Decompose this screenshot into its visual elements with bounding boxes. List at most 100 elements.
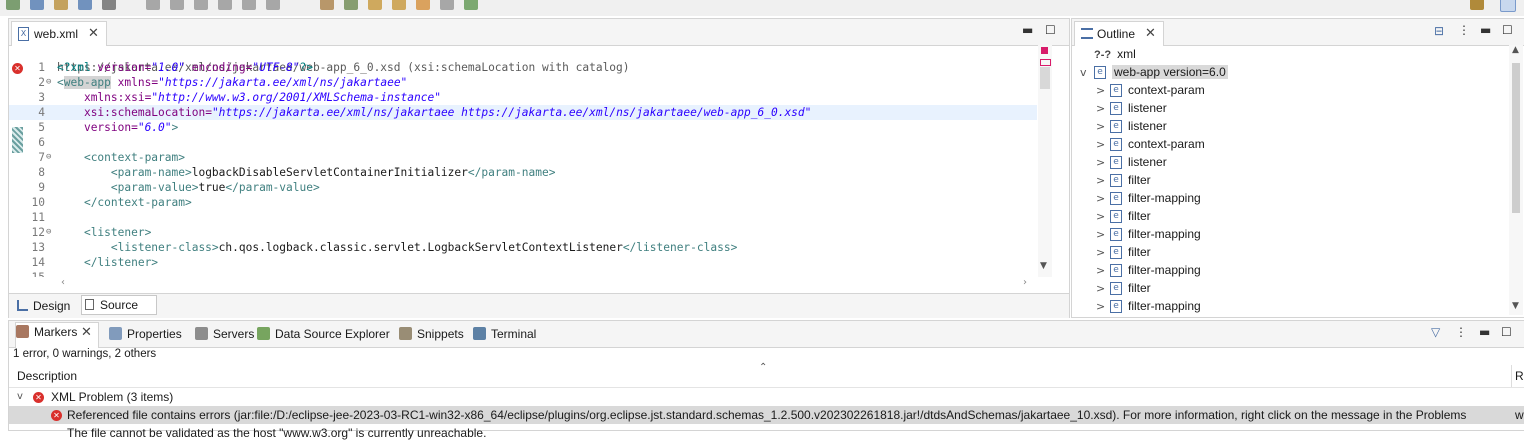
code-line[interactable]: 13 <listener-class>ch.qos.logback.classi…	[9, 240, 1037, 255]
outline-item[interactable]: > e filter	[1096, 171, 1151, 189]
outline-item[interactable]: > e filter-mapping	[1096, 225, 1201, 243]
outline-item[interactable]: > e context-param	[1096, 81, 1205, 99]
code-line[interactable]: 6	[9, 135, 1037, 150]
code-line[interactable]: 15	[9, 270, 1037, 277]
view-menu-icon[interactable]: ⋮	[1455, 325, 1467, 339]
scroll-left-icon[interactable]: ‹	[61, 277, 65, 288]
chevron-right-icon[interactable]: >	[1096, 226, 1110, 244]
tab-terminal[interactable]: Terminal	[473, 325, 536, 343]
tab-servers[interactable]: Servers	[195, 325, 254, 343]
new-window-icon[interactable]	[464, 0, 478, 10]
scroll-down-icon[interactable]: ▼	[1512, 301, 1519, 311]
annotation-up-icon[interactable]	[368, 0, 382, 10]
outline-item[interactable]: > e filter-mapping	[1096, 261, 1201, 279]
code-line[interactable]: 11	[9, 210, 1037, 225]
chevron-right-icon[interactable]: >	[1096, 280, 1110, 298]
step-return-icon[interactable]	[266, 0, 280, 10]
java-ee-perspective-icon[interactable]	[1500, 0, 1516, 12]
chevron-down-icon[interactable]: v	[17, 388, 23, 406]
outline-item[interactable]: > e filter-mapping	[1096, 189, 1201, 207]
terminate-icon[interactable]	[194, 0, 208, 10]
tab-web-xml[interactable]: X web.xml ✕	[11, 21, 107, 46]
annotation-down-icon[interactable]	[392, 0, 406, 10]
forward-icon[interactable]	[440, 0, 454, 10]
fold-toggle-icon[interactable]: ⊖	[46, 150, 51, 165]
code-line[interactable]: 2 ⊖ <web-app xmlns="https://jakarta.ee/xml…	[9, 75, 1037, 90]
close-icon[interactable]: ✕	[1145, 25, 1156, 41]
maximize-icon[interactable]: ☐	[1045, 23, 1056, 37]
error-overview-marker[interactable]	[1041, 47, 1048, 54]
suspend-icon[interactable]	[170, 0, 184, 10]
scroll-thumb[interactable]	[1040, 67, 1050, 89]
code-line[interactable]: 5 version="6.0">	[9, 120, 1037, 135]
tab-snippets[interactable]: Snippets	[399, 325, 464, 343]
vertical-scrollbar[interactable]: ▼	[1038, 45, 1052, 277]
chevron-right-icon[interactable]: >	[1096, 244, 1110, 262]
horizontal-scrollbar[interactable]: ‹ ›	[57, 277, 1037, 291]
chevron-right-icon[interactable]: >	[1096, 262, 1110, 280]
outline-item[interactable]: > e filter	[1096, 207, 1151, 225]
table-row[interactable]: The file cannot be validated as the host…	[9, 424, 1524, 442]
problem-group-row[interactable]: v ✕ XML Problem (3 items)	[9, 388, 1524, 406]
chevron-right-icon[interactable]: >	[1096, 100, 1110, 118]
filter-icon[interactable]: ▽	[1431, 325, 1440, 339]
column-resource[interactable]: R	[1515, 369, 1524, 383]
debug-icon[interactable]	[6, 0, 20, 10]
maximize-icon[interactable]: ☐	[1502, 23, 1513, 37]
perspective-icon[interactable]	[1470, 0, 1484, 10]
code-line[interactable]: 3 xmlns:xsi="http://www.w3.org/2001/XMLS…	[9, 90, 1037, 105]
outline-item[interactable]: v e web-app version=6.0	[1080, 63, 1228, 81]
open-type-icon[interactable]	[320, 0, 334, 10]
error-marker-icon[interactable]: ✕	[12, 61, 23, 74]
scroll-up-icon[interactable]: ▲	[1512, 45, 1519, 55]
tab-outline[interactable]: Outline ✕	[1074, 21, 1164, 46]
back-icon[interactable]	[416, 0, 430, 10]
task-icon[interactable]	[344, 0, 358, 10]
close-icon[interactable]: ✕	[77, 324, 92, 339]
chevron-right-icon[interactable]: >	[1096, 136, 1110, 154]
code-line[interactable]: 1 <?xml version="1.0" encoding="UTF-8"?>	[9, 60, 1037, 75]
outline-item[interactable]: > e filter	[1096, 243, 1151, 261]
table-row[interactable]: ✕ Referenced file contains errors (jar:f…	[9, 406, 1524, 424]
outline-item[interactable]: > e context-param	[1096, 135, 1205, 153]
search-icon[interactable]	[102, 0, 116, 10]
tab-source[interactable]: Source	[81, 295, 157, 315]
step-over-icon[interactable]	[242, 0, 256, 10]
outline-item[interactable]: > e filter	[1096, 279, 1151, 297]
code-line[interactable]: 8 <param-name>logbackDisableServletConta…	[9, 165, 1037, 180]
chevron-right-icon[interactable]: >	[1096, 154, 1110, 172]
outline-tree[interactable]: ?-? xml v e web-app version=6.0 > e context-par…	[1072, 45, 1508, 315]
view-menu-icon[interactable]: ⋮	[1458, 23, 1470, 37]
step-into-icon[interactable]	[218, 0, 232, 10]
chevron-right-icon[interactable]: >	[1096, 190, 1110, 208]
minimize-icon[interactable]: ▬	[1479, 325, 1490, 339]
code-line[interactable]: 14 </listener>	[9, 255, 1037, 270]
minimize-icon[interactable]: ▬	[1480, 23, 1491, 37]
outline-item[interactable]: ?-? xml	[1080, 45, 1136, 63]
run-icon[interactable]	[30, 0, 44, 10]
outline-item[interactable]: > e listener	[1096, 99, 1167, 117]
chevron-right-icon[interactable]: >	[1096, 118, 1110, 136]
maximize-icon[interactable]: ☐	[1501, 325, 1512, 339]
tab-markers[interactable]: Markers ✕	[15, 322, 99, 348]
source-editor[interactable]: https://jakarta.ee/xml/ns/jakartaee/web-…	[9, 45, 1037, 277]
chevron-right-icon[interactable]: >	[1096, 172, 1110, 190]
code-line[interactable]: 12 ⊖ <listener>	[9, 225, 1037, 240]
minimize-icon[interactable]: ▬	[1022, 23, 1033, 37]
chevron-right-icon[interactable]: >	[1096, 208, 1110, 226]
outline-item[interactable]: > e listener	[1096, 117, 1167, 135]
column-description[interactable]: Description	[17, 369, 77, 383]
tab-properties[interactable]: Properties	[109, 325, 182, 343]
collapse-all-icon[interactable]: ⊟	[1434, 24, 1444, 38]
outline-scrollbar[interactable]: ▲ ▼	[1509, 45, 1523, 315]
scroll-thumb[interactable]	[1512, 63, 1520, 213]
save-icon[interactable]	[78, 0, 92, 10]
outline-item[interactable]: > e filter-mapping	[1096, 297, 1201, 315]
fold-toggle-icon[interactable]: ⊖	[46, 225, 51, 240]
tab-data-source-explorer[interactable]: Data Source Explorer	[257, 325, 390, 343]
tab-design[interactable]: Design	[15, 297, 70, 315]
code-line[interactable]: 4 xsi:schemaLocation="https://jakarta.ee…	[9, 105, 1037, 120]
code-line[interactable]: 7 ⊖ <context-param>	[9, 150, 1037, 165]
chevron-down-icon[interactable]: v	[1080, 64, 1094, 82]
chevron-right-icon[interactable]: >	[1096, 82, 1110, 100]
